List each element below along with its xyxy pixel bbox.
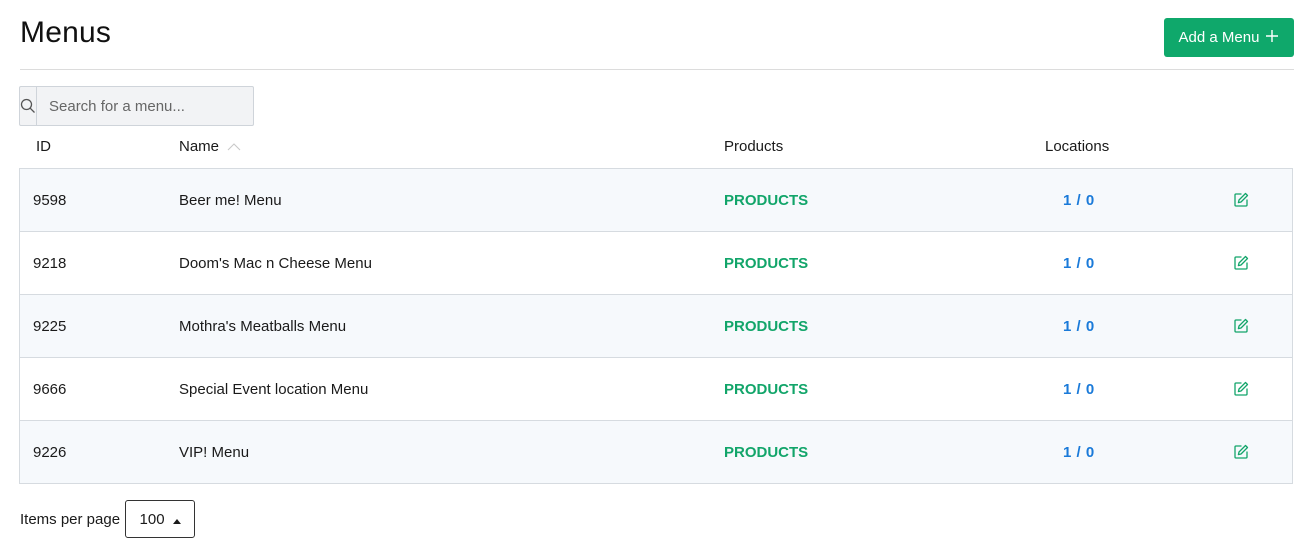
table-row: 9666 Special Event location Menu PRODUCT… xyxy=(20,358,1292,421)
table-row: 9226 VIP! Menu PRODUCTS 1 / 0 xyxy=(20,421,1292,483)
products-link[interactable]: PRODUCTS xyxy=(724,421,808,483)
pagination: Items per page 100 xyxy=(20,500,196,538)
add-menu-label: Add a Menu xyxy=(1178,29,1260,46)
menu-name: Mothra's Meatballs Menu xyxy=(179,317,347,335)
column-header-name[interactable]: Name xyxy=(179,138,241,155)
locations-link[interactable]: 1 / 0 xyxy=(1063,169,1095,231)
table-row: 9598 Beer me! Menu PRODUCTS 1 / 0 xyxy=(20,169,1292,232)
column-header-id[interactable]: ID xyxy=(36,138,51,155)
items-per-page-label: Items per page xyxy=(20,510,121,528)
menu-name: Special Event location Menu xyxy=(179,380,369,398)
edit-icon[interactable] xyxy=(1233,295,1249,357)
menu-id: 9226 xyxy=(33,443,67,461)
products-link[interactable]: PRODUCTS xyxy=(724,295,808,357)
menu-name: VIP! Menu xyxy=(179,443,250,461)
header-divider xyxy=(20,69,1294,70)
caret-up-icon xyxy=(172,511,181,528)
search-input[interactable] xyxy=(37,87,260,125)
add-menu-button[interactable]: Add a Menu xyxy=(1164,18,1294,57)
locations-link[interactable]: 1 / 0 xyxy=(1063,232,1095,294)
locations-link[interactable]: 1 / 0 xyxy=(1063,295,1095,357)
edit-icon[interactable] xyxy=(1233,421,1249,483)
locations-link[interactable]: 1 / 0 xyxy=(1063,421,1095,483)
menu-name: Beer me! Menu xyxy=(179,191,282,209)
plus-icon xyxy=(1265,27,1279,47)
column-header-locations: Locations xyxy=(1045,138,1110,155)
table-row: 9218 Doom's Mac n Cheese Menu PRODUCTS 1… xyxy=(20,232,1292,295)
items-per-page-value: 100 xyxy=(139,510,165,528)
column-header-name-label: Name xyxy=(179,138,220,155)
locations-link[interactable]: 1 / 0 xyxy=(1063,358,1095,420)
menus-table: 9598 Beer me! Menu PRODUCTS 1 / 0 9218 D… xyxy=(19,168,1293,484)
search-bar xyxy=(19,86,260,126)
menu-id: 9598 xyxy=(33,191,67,209)
menu-id: 9666 xyxy=(33,380,67,398)
menu-id: 9218 xyxy=(33,254,67,272)
edit-icon[interactable] xyxy=(1233,232,1249,294)
search-icon[interactable] xyxy=(20,87,37,125)
page-title: Menus xyxy=(20,16,112,49)
menu-name: Doom's Mac n Cheese Menu xyxy=(179,254,372,272)
menu-id: 9225 xyxy=(33,317,67,335)
edit-icon[interactable] xyxy=(1233,169,1249,231)
items-per-page-select[interactable]: 100 xyxy=(125,500,196,538)
products-link[interactable]: PRODUCTS xyxy=(724,232,808,294)
column-header-products: Products xyxy=(724,138,784,155)
products-link[interactable]: PRODUCTS xyxy=(724,169,808,231)
products-link[interactable]: PRODUCTS xyxy=(724,358,808,420)
sort-ascending-icon[interactable] xyxy=(227,138,241,155)
table-row: 9225 Mothra's Meatballs Menu PRODUCTS 1 … xyxy=(20,295,1292,358)
edit-icon[interactable] xyxy=(1233,358,1249,420)
